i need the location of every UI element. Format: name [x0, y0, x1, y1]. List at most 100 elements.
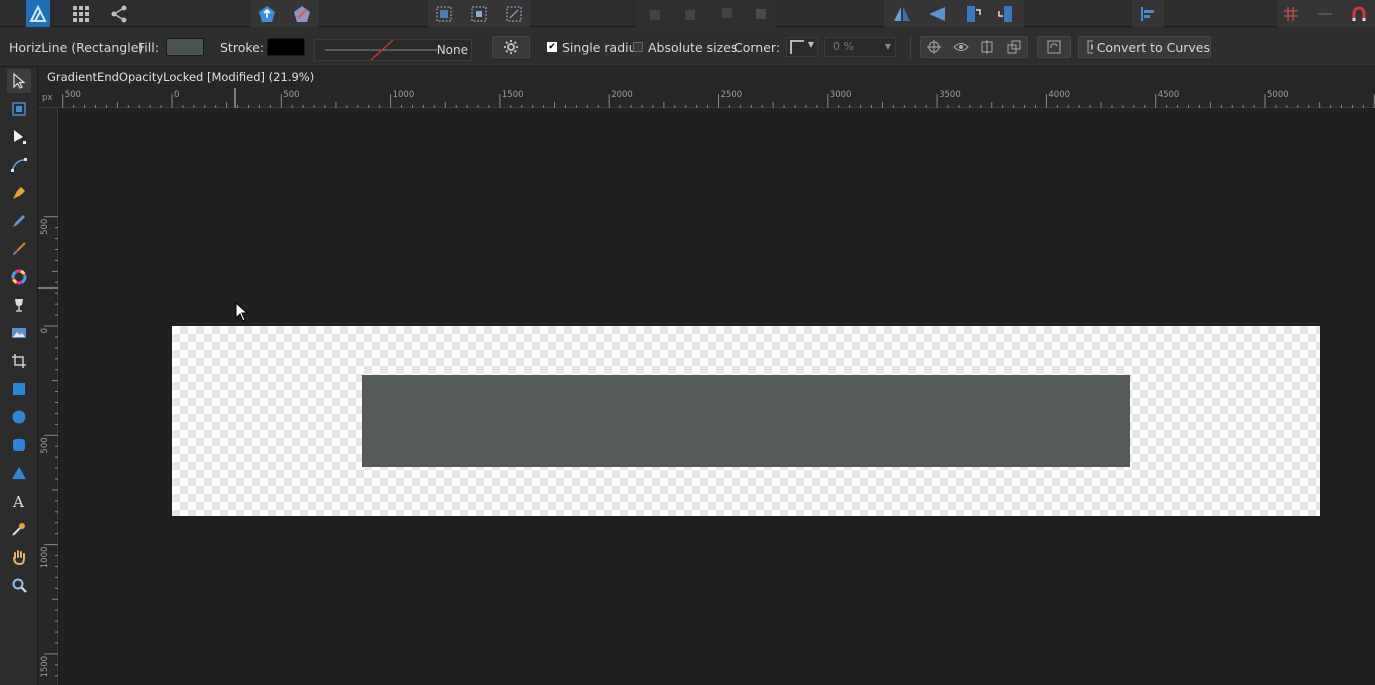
main-toolbar: [0, 0, 1375, 27]
document-title: GradientEndOpacityLocked [Modified] (21.…: [47, 70, 315, 84]
magnifier-icon: [12, 578, 27, 593]
artboard[interactable]: [172, 326, 1320, 516]
ruler-label: 3500: [939, 90, 961, 100]
curves-icon: [1087, 40, 1093, 54]
rectangle-shape-icon: [13, 383, 25, 395]
pencil-tool[interactable]: [7, 209, 31, 233]
corner-type-dropdown[interactable]: ▼: [786, 27, 818, 67]
absolute-sizes-label: Absolute sizes: [648, 39, 738, 55]
artboard-icon: [12, 102, 26, 116]
tools-panel: A: [0, 67, 38, 685]
document-tab[interactable]: GradientEndOpacityLocked [Modified] (21.…: [38, 67, 1375, 88]
align-left-icon[interactable]: [1136, 2, 1160, 25]
transparency-tool[interactable]: [7, 293, 31, 317]
horizontal-ruler[interactable]: px 500 0 500 1000 1500 2000 2500 3000 3500 4000 45…: [38, 88, 1375, 108]
absolute-sizes-toggle[interactable]: Absolute sizes: [633, 27, 737, 67]
view-tool[interactable]: [7, 545, 31, 569]
pixel-persona-icon[interactable]: [290, 2, 314, 25]
affinity-designer-logo-icon[interactable]: [26, 0, 50, 27]
horiz-line-rectangle[interactable]: [362, 375, 1130, 467]
flip-horizontal-icon[interactable]: [890, 2, 914, 25]
select-all-icon[interactable]: [432, 2, 456, 25]
ruler-label: 2500: [721, 90, 743, 100]
image-icon: [12, 328, 26, 338]
move-to-back-icon[interactable]: [645, 2, 667, 25]
corner-percentage[interactable]: 0 % ▼: [824, 27, 896, 67]
move-forward-icon[interactable]: [715, 2, 737, 25]
corner-label: Corner:: [734, 39, 781, 55]
pen-tool[interactable]: [7, 181, 31, 205]
geometry-options-button[interactable]: [1037, 36, 1071, 58]
curve-node-icon: [11, 158, 27, 172]
corner-shape-icon: [790, 40, 804, 54]
stroke-swatch[interactable]: [267, 27, 305, 67]
snapping-magnet-icon[interactable]: [1348, 2, 1370, 25]
rotate-sync-icon: [1047, 40, 1061, 54]
transform-icon[interactable]: [502, 2, 526, 25]
flip-vertical-icon[interactable]: [925, 2, 949, 25]
designer-persona-icon[interactable]: [255, 2, 279, 25]
convert-to-curves[interactable]: Convert to Curves: [1078, 27, 1211, 67]
hand-icon: [13, 550, 25, 565]
convert-to-curves-button[interactable]: Convert to Curves: [1078, 36, 1211, 58]
move-tool[interactable]: [7, 69, 31, 93]
snap-guides-icon[interactable]: [1314, 2, 1336, 25]
absolute-sizes-checkbox[interactable]: [633, 42, 643, 52]
grid-icon[interactable]: [1280, 2, 1302, 25]
move-to-front-icon[interactable]: [750, 2, 772, 25]
corner-percentage-field[interactable]: 0 % ▼: [824, 37, 896, 57]
point-transform-tool[interactable]: [7, 153, 31, 177]
artboard-tool[interactable]: [7, 97, 31, 121]
rectangle-tool[interactable]: [7, 377, 31, 401]
triangle-tool[interactable]: [7, 461, 31, 485]
ruler-label: 3000: [830, 90, 852, 100]
fill-color-well[interactable]: [166, 38, 204, 56]
crosshair-icon[interactable]: [926, 39, 942, 55]
stroke-color-well[interactable]: [267, 38, 305, 56]
ruler-label: 500: [65, 90, 81, 100]
fill-tool[interactable]: [7, 265, 31, 289]
rounded-rectangle-tool[interactable]: [7, 433, 31, 457]
ruler-label: 4500: [1158, 90, 1180, 100]
fill-swatch[interactable]: [166, 27, 204, 67]
pointer-arrow-icon: [13, 73, 26, 89]
vertical-ruler-ticks: 500 0 500 1000 1500: [38, 216, 58, 678]
stroke-settings-button[interactable]: [492, 36, 530, 58]
scale-icon[interactable]: [1006, 39, 1022, 55]
artistic-text-tool[interactable]: A: [7, 489, 31, 513]
place-image-tool[interactable]: [7, 321, 31, 345]
stroke-style-selector[interactable]: None: [314, 39, 472, 61]
ellipse-tool[interactable]: [7, 405, 31, 429]
ruler-label: 500: [40, 437, 50, 453]
rotate-right-icon[interactable]: [995, 2, 1019, 25]
vector-brush-tool[interactable]: [7, 237, 31, 261]
ruler-label: 2000: [611, 90, 633, 100]
move-back-icon[interactable]: [680, 2, 702, 25]
stroke-settings[interactable]: [492, 27, 530, 67]
single-radius-toggle[interactable]: ✔ Single radius: [547, 27, 643, 67]
transform-origin-buttons: [920, 27, 1028, 67]
eye-icon[interactable]: [953, 39, 969, 55]
deselect-icon[interactable]: [467, 2, 491, 25]
node-tool[interactable]: [7, 125, 31, 149]
ruler-label: 0: [40, 328, 50, 333]
zoom-tool[interactable]: [7, 573, 31, 597]
rotate-left-icon[interactable]: [960, 2, 984, 25]
triangle-shape-icon: [12, 467, 26, 479]
persona-grid-icon[interactable]: [70, 2, 92, 25]
crop-tool[interactable]: [7, 349, 31, 373]
color-picker-tool[interactable]: [7, 517, 31, 541]
share-icon[interactable]: [108, 2, 130, 25]
rounded-rectangle-icon: [13, 439, 25, 451]
geometry-button[interactable]: [1037, 27, 1071, 67]
ruler-label: 500: [283, 90, 299, 100]
corner-type-select[interactable]: ▼: [786, 37, 818, 57]
fill-label: Fill:: [138, 39, 159, 55]
text-a-icon: A: [12, 493, 24, 509]
canvas[interactable]: [58, 108, 1375, 685]
convert-to-curves-label: Convert to Curves: [1096, 39, 1210, 55]
distribute-icon[interactable]: [979, 39, 995, 55]
single-radius-checkbox[interactable]: ✔: [547, 42, 557, 52]
vertical-ruler[interactable]: 500 0 500 1000 1500: [38, 108, 58, 685]
color-wheel-icon: [11, 269, 27, 285]
